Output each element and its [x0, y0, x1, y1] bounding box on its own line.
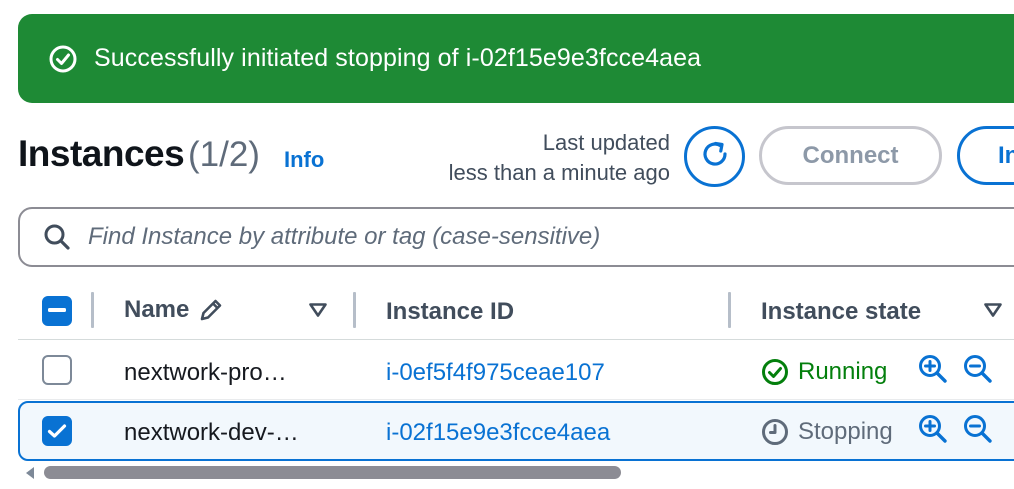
info-link[interactable]: Info: [284, 147, 324, 173]
instance-state-label: Stopping: [798, 418, 893, 445]
column-separator: [728, 292, 731, 328]
sort-caret-icon[interactable]: [308, 302, 328, 318]
column-separator: [91, 292, 94, 328]
zoom-in-icon[interactable]: [917, 413, 949, 445]
column-header-instance-id[interactable]: Instance ID: [386, 298, 514, 326]
row-divider: [18, 399, 1014, 400]
column-header-name[interactable]: Name: [124, 296, 225, 324]
column-label-instance-id: Instance ID: [386, 298, 515, 325]
sort-caret-icon[interactable]: [983, 302, 1003, 318]
column-header-instance-state[interactable]: Instance state: [761, 298, 921, 326]
instance-state-label: Running: [798, 358, 888, 385]
column-label-name: Name: [124, 296, 190, 323]
running-check-icon: [761, 358, 789, 386]
instance-id-link[interactable]: i-0ef5f4f975ceae107: [386, 359, 605, 387]
success-check-icon: [48, 44, 78, 74]
select-all-checkbox[interactable]: [42, 296, 72, 326]
instance-name: nextwork-dev-…: [124, 419, 299, 446]
flash-message: Successfully initiated stopping of i-02f…: [94, 44, 702, 72]
edit-pencil-icon[interactable]: [197, 296, 225, 324]
instance-state-button[interactable]: In: [957, 126, 1014, 185]
scroll-left-arrow-icon[interactable]: [26, 467, 34, 479]
instance-id-link[interactable]: i-02f15e9e3fcce4aea: [386, 419, 610, 447]
indeterminate-icon: [48, 308, 66, 312]
instance-name: nextwork-pro…: [124, 359, 287, 386]
search-icon: [42, 222, 72, 252]
refresh-button[interactable]: [684, 126, 745, 187]
last-updated-label: Last updated: [542, 130, 670, 155]
instance-state: Stopping: [761, 418, 893, 446]
zoom-in-icon[interactable]: [917, 353, 949, 385]
stopping-clock-icon: [761, 418, 789, 446]
row-checkbox[interactable]: [42, 355, 72, 385]
search-bar[interactable]: [18, 207, 1014, 267]
instance-count: (1/2): [188, 135, 260, 174]
success-flash-banner: Successfully initiated stopping of i-02f…: [18, 14, 1014, 103]
connect-button[interactable]: Connect: [759, 126, 942, 185]
zoom-out-icon[interactable]: [962, 353, 994, 385]
instance-state: Running: [761, 358, 887, 386]
last-updated-value: less than a minute ago: [448, 160, 670, 185]
checkmark-icon: [47, 424, 67, 438]
last-updated-text: Last updated less than a minute ago: [449, 128, 670, 188]
header-divider: [18, 339, 1014, 340]
column-label-instance-state: Instance state: [761, 298, 922, 325]
search-input[interactable]: [88, 223, 988, 251]
page-title: Instances: [18, 133, 185, 174]
refresh-icon: [698, 137, 732, 176]
zoom-out-icon[interactable]: [962, 413, 994, 445]
horizontal-scrollbar-thumb[interactable]: [44, 466, 621, 479]
row-checkbox-checked[interactable]: [42, 416, 72, 446]
column-separator: [353, 292, 356, 328]
instances-page: Successfully initiated stopping of i-02f…: [0, 0, 1014, 489]
